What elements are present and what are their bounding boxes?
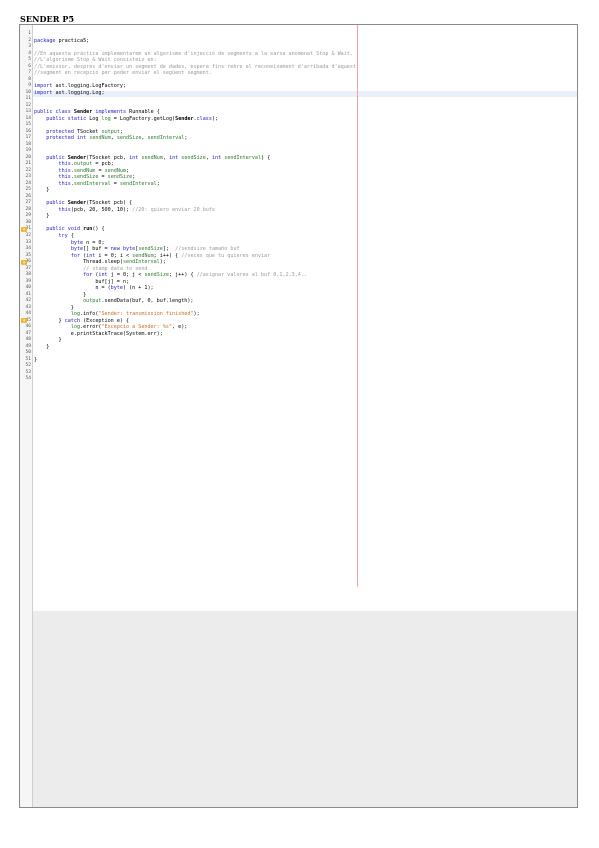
code-text: import ast.logging.Log;	[34, 89, 105, 96]
code-text: this(pcb, 20, 500, 10); //20: quiero env…	[58, 206, 215, 213]
code-text: package practica5;	[34, 37, 90, 44]
code-text: }	[34, 343, 50, 350]
code-editor-frame: 1 2 package practica5; 3 4//En aquesta pràct…	[19, 24, 578, 808]
code-text: public static Log log = LogFactory.getLo…	[46, 115, 219, 122]
empty-editor-area	[33, 611, 577, 807]
current-line-highlight	[33, 91, 577, 97]
warning-icon[interactable]	[21, 259, 27, 265]
right-margin-guide	[357, 25, 358, 587]
code-text: this.sendInterval = sendInterval;	[58, 180, 160, 187]
page-title: SENDER P5	[20, 14, 75, 24]
code-text: }	[34, 213, 50, 220]
line-number: 54	[25, 376, 31, 382]
code-text: }	[34, 187, 50, 194]
code-text: }	[34, 356, 38, 363]
warning-icon[interactable]	[21, 226, 27, 232]
code-text: protected int sendNum, sendSize, sendInt…	[46, 135, 188, 142]
code-text: //segment en recepció per poder enviar e…	[34, 70, 212, 77]
warning-icon[interactable]	[21, 318, 27, 324]
